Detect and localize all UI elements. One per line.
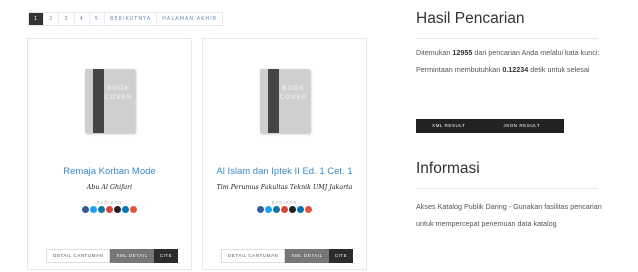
- query-time-value: 0.12234: [502, 65, 529, 74]
- book-actions: DETAIL CANTUMAN XML DETAIL CITE: [46, 249, 179, 263]
- linkedin-icon[interactable]: [98, 206, 105, 213]
- facebook-icon[interactable]: [257, 206, 264, 213]
- google-plus-icon[interactable]: [281, 206, 288, 213]
- detail-record-button[interactable]: DETAIL CANTUMAN: [221, 249, 286, 263]
- page-1-link[interactable]: 1: [29, 13, 45, 25]
- share-label: BAGIKAN: [271, 200, 298, 205]
- json-result-button[interactable]: JSON RESULT: [481, 119, 564, 133]
- page-5-link[interactable]: 5: [90, 13, 105, 25]
- digg-icon[interactable]: [114, 206, 121, 213]
- pagination: 1 2 3 4 5 BERIKUTNYA HALAMAN AKHIR: [28, 12, 224, 26]
- linkedin-icon[interactable]: [273, 206, 280, 213]
- page-4-link[interactable]: 4: [75, 13, 90, 25]
- cite-button[interactable]: CITE: [328, 249, 354, 263]
- book-cover-image[interactable]: BOOK COVER: [259, 69, 310, 133]
- cover-placeholder-text: BOOK COVER: [280, 84, 308, 102]
- xml-detail-button[interactable]: XML DETAIL: [285, 249, 329, 263]
- next-page-link[interactable]: BERIKUTNYA: [105, 13, 158, 25]
- cover-line-2: COVER: [279, 93, 308, 101]
- divider: [416, 188, 598, 189]
- result-count: 12955: [452, 48, 473, 57]
- cover-placeholder-text: BOOK COVER: [105, 84, 133, 102]
- book-author: Tim Perumus Fakultas Teknik UMJ Jakarta: [216, 184, 353, 191]
- result-text-prefix: Ditemukan: [416, 48, 451, 57]
- time-text-suffix: detik untuk selesai: [530, 65, 590, 74]
- cover-line-2: COVER: [104, 93, 133, 101]
- book-title-link[interactable]: Al Islam dan Iptek II Ed. 1 Cet. 1: [207, 166, 362, 177]
- result-export-buttons: XML RESULT JSON RESULT: [416, 119, 565, 133]
- stumbleupon-icon[interactable]: [305, 206, 312, 213]
- information-heading: Informasi: [416, 160, 480, 177]
- book-card: BOOK COVER Al Islam dan Iptek II Ed. 1 C…: [202, 38, 367, 270]
- result-text-suffix: dari pencarian Anda melalui kata kunci:: [474, 48, 600, 57]
- time-text-prefix: Permintaan membutuhkan: [416, 65, 501, 74]
- social-share-row: [203, 206, 366, 213]
- book-spine: [92, 69, 104, 133]
- reddit-icon[interactable]: [122, 206, 129, 213]
- book-author: Abu Al Ghifari: [86, 184, 133, 191]
- detail-record-button[interactable]: DETAIL CANTUMAN: [46, 249, 111, 263]
- reddit-icon[interactable]: [297, 206, 304, 213]
- xml-result-button[interactable]: XML RESULT: [416, 119, 481, 133]
- book-cover-image[interactable]: BOOK COVER: [84, 69, 135, 133]
- facebook-icon[interactable]: [82, 206, 89, 213]
- stumbleupon-icon[interactable]: [130, 206, 137, 213]
- last-page-link[interactable]: HALAMAN AKHIR: [157, 13, 222, 25]
- google-plus-icon[interactable]: [106, 206, 113, 213]
- search-result-heading: Hasil Pencarian: [416, 10, 525, 27]
- book-card: BOOK COVER Remaja Korban Mode Abu Al Ghi…: [27, 38, 192, 270]
- share-label: BAGIKAN: [96, 200, 123, 205]
- information-text: Akses Katalog Publik Daring - Gunakan fa…: [416, 202, 602, 228]
- book-title-link[interactable]: Remaja Korban Mode: [32, 166, 187, 177]
- search-result-summary: Ditemukan 12955 dari pencarian Anda mela…: [416, 44, 606, 78]
- twitter-icon[interactable]: [90, 206, 97, 213]
- cite-button[interactable]: CITE: [153, 249, 179, 263]
- digg-icon[interactable]: [289, 206, 296, 213]
- xml-detail-button[interactable]: XML DETAIL: [110, 249, 154, 263]
- cover-line-1: BOOK: [282, 84, 305, 92]
- page-3-link[interactable]: 3: [59, 13, 75, 25]
- book-actions: DETAIL CANTUMAN XML DETAIL CITE: [221, 249, 354, 263]
- twitter-icon[interactable]: [265, 206, 272, 213]
- divider: [416, 38, 598, 39]
- social-share-row: [28, 206, 191, 213]
- cover-line-1: BOOK: [107, 84, 130, 92]
- page-2-link[interactable]: 2: [44, 13, 60, 25]
- book-spine: [267, 69, 279, 133]
